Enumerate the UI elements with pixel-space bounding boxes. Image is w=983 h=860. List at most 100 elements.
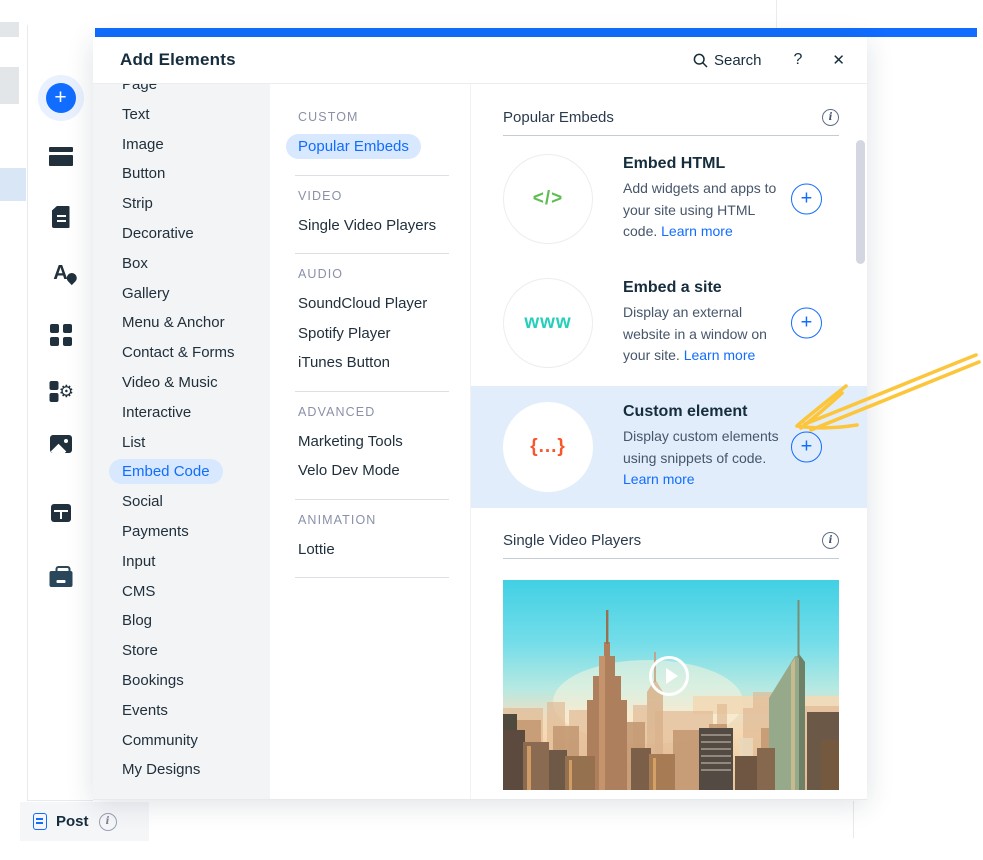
briefcase-icon	[49, 571, 72, 587]
category-label: Decorative	[122, 225, 194, 242]
embed-card[interactable]: www Embed a site Display an external web…	[471, 262, 867, 384]
subcategories-column: CUSTOM Popular Embeds VIDEO	[270, 84, 470, 799]
group-items: Lottie	[298, 535, 470, 565]
group-heading: VIDEO	[298, 189, 470, 203]
category-item[interactable]: Image	[93, 130, 270, 160]
category-item[interactable]: Video & Music	[93, 368, 270, 398]
category-item[interactable]: Bookings	[93, 666, 270, 696]
help-button[interactable]: ?	[794, 51, 803, 69]
card-text: Embed HTML Add widgets and apps to your …	[623, 155, 781, 243]
category-label: Social	[122, 493, 163, 510]
category-item[interactable]: Events	[93, 696, 270, 726]
subcategory-group: ANIMATION Lottie	[298, 513, 470, 579]
search-button[interactable]: Search	[693, 52, 762, 69]
pages-button[interactable]	[52, 206, 70, 228]
content-column: Popular Embeds i </> Embed HTML Add widg…	[470, 84, 867, 799]
group-heading: ANIMATION	[298, 513, 470, 527]
learn-more-link[interactable]: Learn more	[684, 347, 756, 363]
subcategory-item[interactable]: Lottie	[298, 535, 470, 565]
learn-more-link[interactable]: Learn more	[661, 223, 733, 239]
add-section-icon	[49, 147, 73, 166]
category-label: Embed Code	[109, 459, 223, 484]
embed-card[interactable]: </> Embed HTML Add widgets and apps to y…	[471, 138, 867, 260]
category-item[interactable]: Decorative	[93, 219, 270, 249]
subcategory-label: SoundCloud Player	[298, 295, 427, 312]
subcategory-item[interactable]: Single Video Players	[298, 211, 470, 241]
card-icon-circle: {...}	[503, 402, 593, 492]
info-icon[interactable]: i	[822, 532, 839, 549]
category-item[interactable]: Store	[93, 636, 270, 666]
category-item[interactable]: Social	[93, 487, 270, 517]
add-apps-button[interactable]: ⚙	[49, 381, 72, 402]
grid-icon	[50, 324, 72, 346]
add-element-plus-button[interactable]: +	[791, 184, 822, 215]
site-design-button[interactable]: A	[53, 263, 67, 283]
section-header: Popular Embeds i	[471, 109, 867, 126]
category-item[interactable]: Input	[93, 547, 270, 577]
category-item[interactable]: Button	[93, 159, 270, 189]
add-elements-button[interactable]: +	[38, 75, 84, 121]
category-label: Interactive	[122, 404, 191, 421]
section-title: Popular Embeds	[503, 109, 614, 126]
subcategory-item[interactable]: iTunes Button	[298, 348, 470, 378]
post-tab[interactable]: Post i	[20, 802, 149, 841]
app-grid-button[interactable]	[50, 324, 72, 346]
group-heading: CUSTOM	[298, 110, 470, 124]
category-label: Strip	[122, 195, 153, 212]
category-item[interactable]: Community	[93, 726, 270, 756]
play-button[interactable]	[649, 656, 689, 696]
category-item[interactable]: Box	[93, 249, 270, 279]
editor-toolbar: + A ⚙	[27, 25, 93, 801]
group-heading: AUDIO	[298, 267, 470, 281]
subcategory-item[interactable]: SoundCloud Player	[298, 289, 470, 319]
category-item[interactable]: Blog	[93, 606, 270, 636]
category-item[interactable]: Text	[93, 100, 270, 130]
category-item[interactable]: Gallery	[93, 279, 270, 309]
category-label: Community	[122, 732, 198, 749]
subcategory-item[interactable]: Marketing Tools	[298, 427, 470, 457]
group-divider	[295, 253, 449, 254]
subcategory-group: VIDEO Single Video Players	[298, 189, 470, 255]
category-item[interactable]: Menu & Anchor	[93, 308, 270, 338]
hire-professional-button[interactable]	[49, 566, 72, 587]
card-title: Custom element	[623, 403, 781, 421]
media-button[interactable]	[50, 435, 72, 453]
add-element-plus-button[interactable]: +	[791, 308, 822, 339]
group-heading: ADVANCED	[298, 405, 470, 419]
section-rule	[503, 558, 839, 559]
card-description: Display custom elements using snippets o…	[623, 426, 781, 491]
category-item[interactable]: Page	[93, 84, 270, 100]
subcategory-item[interactable]: Spotify Player	[298, 319, 470, 349]
panel-title: Add Elements	[120, 50, 693, 70]
scrollbar-thumb[interactable]	[856, 140, 865, 264]
category-item[interactable]: Embed Code	[93, 457, 270, 487]
category-item[interactable]: Interactive	[93, 398, 270, 428]
category-label: Text	[122, 106, 150, 123]
category-item[interactable]: List	[93, 428, 270, 458]
video-player-thumbnail[interactable]	[503, 580, 839, 790]
add-section-button[interactable]	[49, 147, 73, 166]
close-button[interactable]: ✕	[832, 51, 845, 69]
card-text: Embed a site Display an external website…	[623, 279, 781, 367]
category-item[interactable]: Strip	[93, 189, 270, 219]
category-label: Video & Music	[122, 374, 218, 391]
info-icon[interactable]: i	[822, 109, 839, 126]
info-icon[interactable]: i	[99, 813, 117, 831]
add-apps-icon: ⚙	[49, 381, 72, 402]
category-item[interactable]: Contact & Forms	[93, 338, 270, 368]
category-item[interactable]: CMS	[93, 577, 270, 607]
add-element-plus-button[interactable]: +	[791, 432, 822, 463]
category-label: Image	[122, 136, 164, 153]
search-label: Search	[714, 52, 762, 69]
learn-more-link[interactable]: Learn more	[623, 471, 695, 487]
subcategory-item[interactable]: Velo Dev Mode	[298, 456, 470, 486]
subcategory-item[interactable]: Popular Embeds	[298, 132, 470, 162]
content-manager-button[interactable]	[51, 504, 71, 522]
post-document-icon	[33, 813, 47, 830]
subcategory-label: Lottie	[298, 541, 335, 558]
category-item[interactable]: Payments	[93, 517, 270, 547]
card-glyph-icon: www	[524, 312, 571, 334]
table-icon	[51, 504, 71, 522]
category-item[interactable]: My Designs	[93, 755, 270, 785]
embed-card[interactable]: {...} Custom element Display custom elem…	[471, 386, 867, 508]
